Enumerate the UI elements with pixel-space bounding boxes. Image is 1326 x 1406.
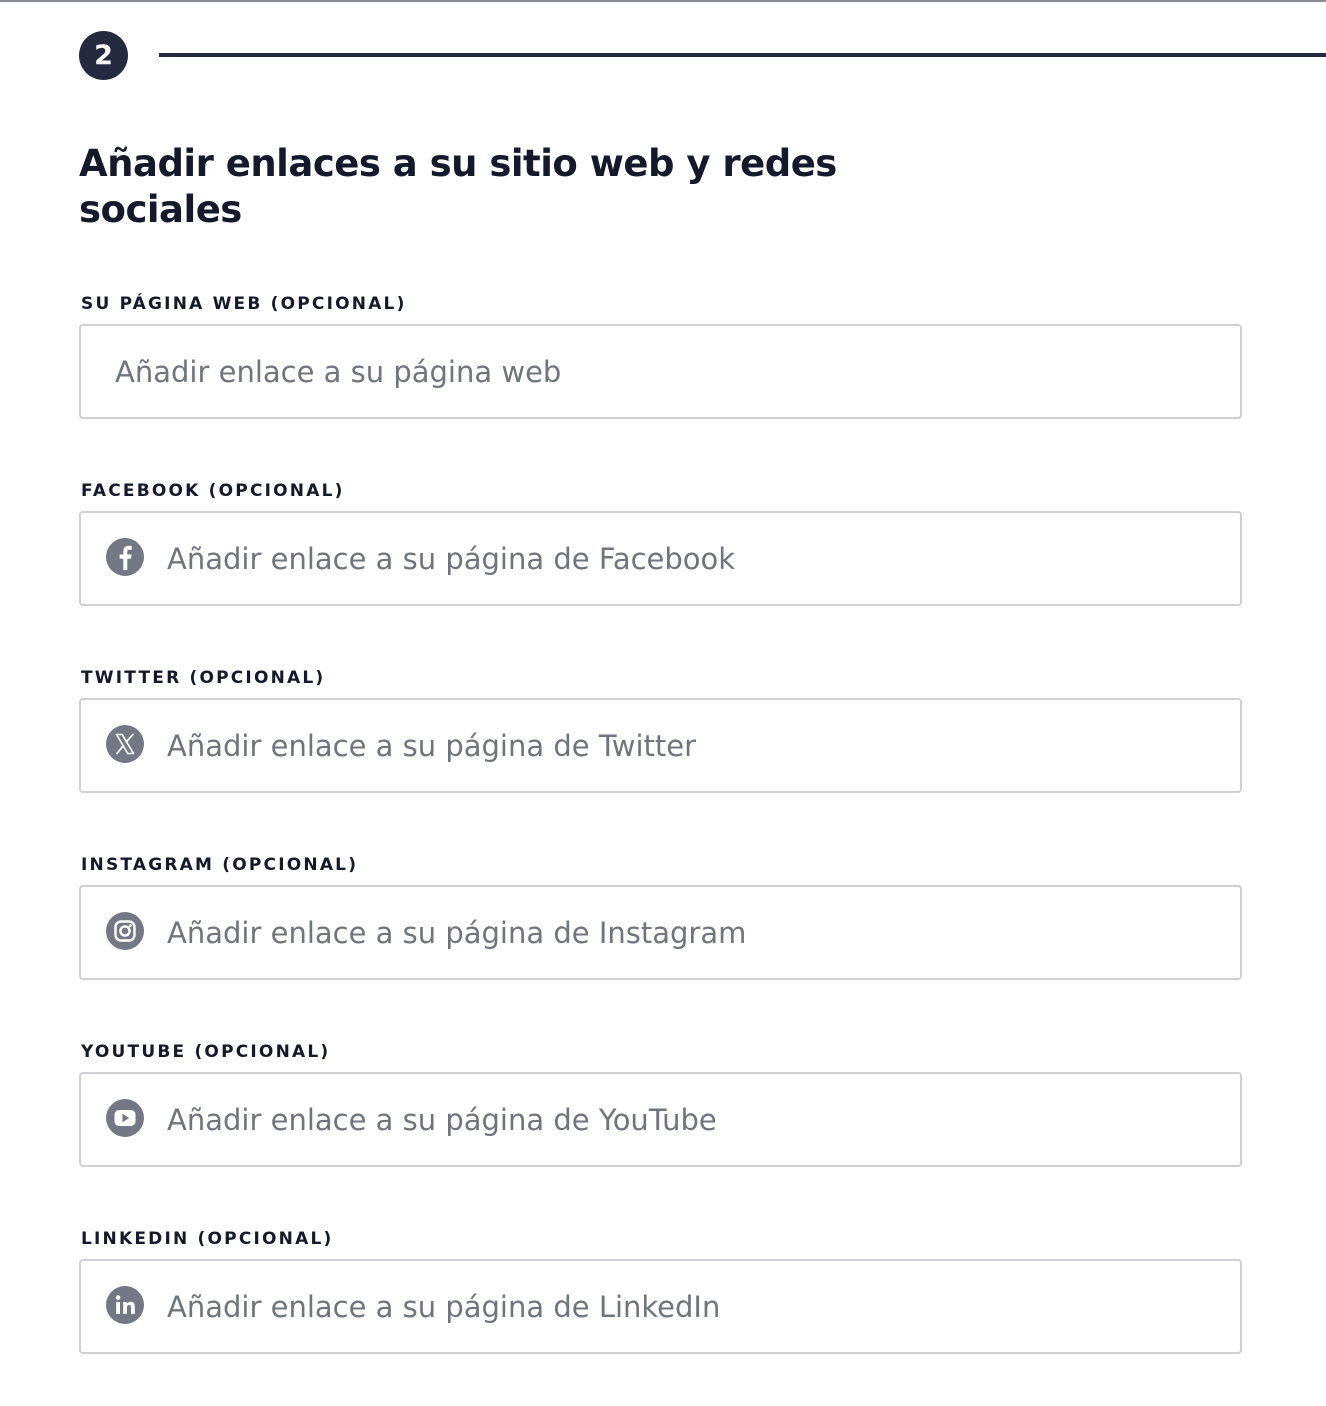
youtube-icon <box>105 1098 145 1138</box>
instagram-field-group: INSTAGRAM (OPCIONAL) <box>79 856 1242 980</box>
twitter-field-group: TWITTER (OPCIONAL) <box>79 669 1242 793</box>
facebook-field-group: FACEBOOK (OPCIONAL) <box>79 482 1242 606</box>
youtube-field-label: YOUTUBE (OPCIONAL) <box>81 1042 331 1062</box>
youtube-input-box[interactable] <box>79 1072 1242 1167</box>
youtube-field-group: YOUTUBE (OPCIONAL) <box>79 1043 1242 1167</box>
instagram-input-box[interactable] <box>79 885 1242 980</box>
website-field-label: SU PÁGINA WEB (OPCIONAL) <box>81 294 407 314</box>
linkedin-field-group: LINKEDIN (OPCIONAL) <box>79 1230 1242 1354</box>
section-title: Añadir enlaces a su sitio web y redes so… <box>79 142 837 231</box>
step-indicator: 2 <box>79 31 1326 80</box>
instagram-field-label: INSTAGRAM (OPCIONAL) <box>81 855 359 875</box>
facebook-field-label: FACEBOOK (OPCIONAL) <box>81 481 345 501</box>
top-divider <box>0 0 1326 2</box>
linkedin-input-box[interactable] <box>79 1259 1242 1354</box>
instagram-input[interactable] <box>167 887 1220 978</box>
website-input-box[interactable] <box>79 324 1242 419</box>
youtube-input[interactable] <box>167 1074 1220 1165</box>
instagram-icon <box>105 911 145 951</box>
linkedin-input[interactable] <box>167 1261 1220 1352</box>
twitter-field-label: TWITTER (OPCIONAL) <box>81 668 326 688</box>
website-input[interactable] <box>115 326 1220 417</box>
linkedin-field-label: LINKEDIN (OPCIONAL) <box>81 1229 334 1249</box>
linkedin-icon <box>105 1285 145 1325</box>
website-field-group: SU PÁGINA WEB (OPCIONAL) <box>79 295 1242 419</box>
step-progress-line <box>159 53 1326 57</box>
twitter-input-box[interactable] <box>79 698 1242 793</box>
facebook-input-box[interactable] <box>79 511 1242 606</box>
x-twitter-icon <box>105 724 145 764</box>
facebook-icon <box>105 537 145 577</box>
step-number-badge: 2 <box>79 31 128 80</box>
facebook-input[interactable] <box>167 513 1220 604</box>
twitter-input[interactable] <box>167 700 1220 791</box>
